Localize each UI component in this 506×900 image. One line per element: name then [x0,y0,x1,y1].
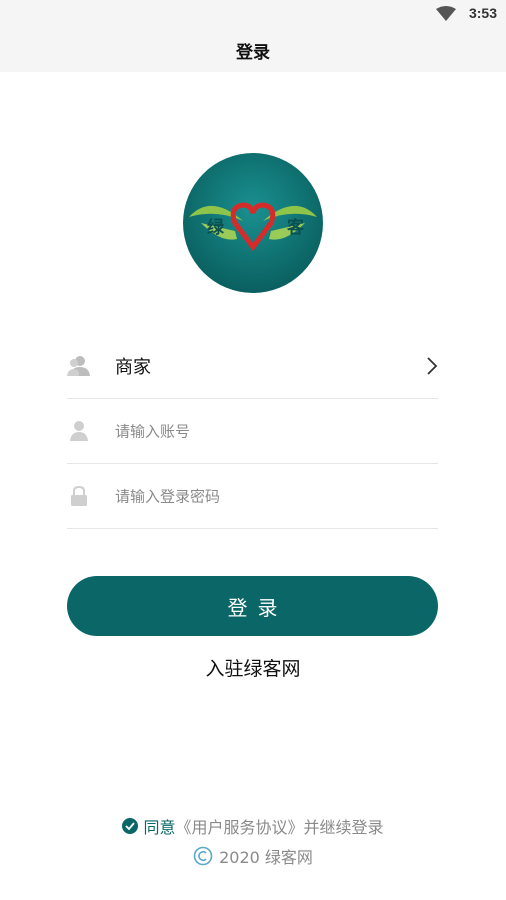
lock-icon [71,485,87,506]
agreement-row[interactable]: 同意 《用户服务协议》并继续登录 [0,814,506,838]
register-link[interactable]: 入驻绿客网 [0,654,506,681]
agree-text: 同意 [143,818,176,837]
role-label: 商家 [115,357,151,378]
copyright: 2020 绿客网 [0,844,506,868]
chevron-right-icon[interactable] [426,356,438,376]
password-placeholder[interactable]: 请输入登录密码 [115,486,220,507]
logo-text-left: 绿 [207,217,225,238]
wifi-icon [436,6,456,21]
app-logo: 绿 客 [183,153,323,293]
status-time: 3:53 [468,5,497,21]
page-title-text: 登录 [236,42,270,63]
copyright-icon [193,846,213,866]
logo-text-right: 客 [286,217,305,238]
copyright-text: 2020 绿客网 [219,848,313,867]
page-title: 登录 [0,28,506,72]
user-icon [70,421,88,441]
merchant-user-icon [67,356,90,376]
terms-link[interactable]: 《用户服务协议》并继续登录 [176,814,384,838]
status-bar: 3:53 [0,0,506,28]
account-placeholder[interactable]: 请输入账号 [115,421,190,442]
role-selector[interactable]: 商家 [67,334,438,399]
check-circle-icon[interactable] [122,818,139,834]
login-button[interactable]: 登录 [67,576,438,636]
account-field[interactable]: 请输入账号 [67,399,438,464]
password-field[interactable]: 请输入登录密码 [67,464,438,529]
